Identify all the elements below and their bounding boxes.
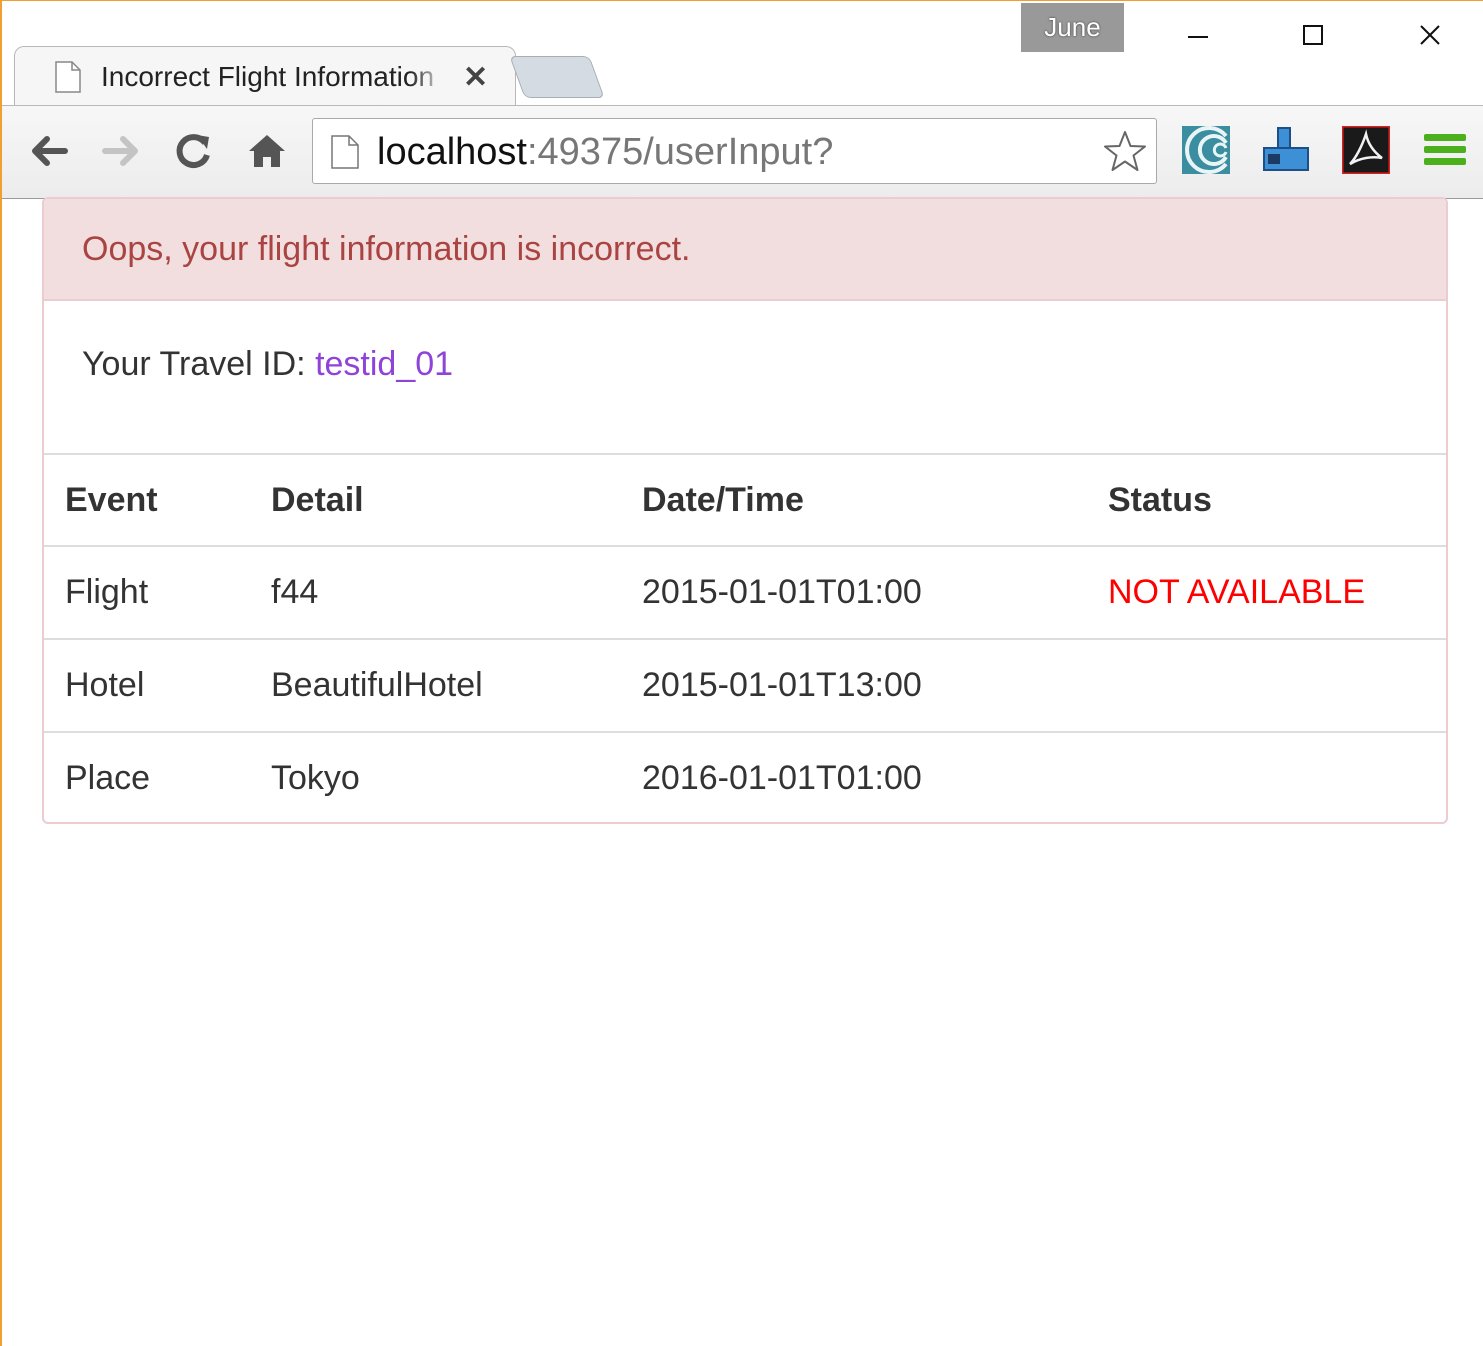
cell-detail: f44 [250,545,621,639]
events-table: Event Detail Date/Time Status Flight f44… [44,453,1446,822]
url-text: localhost:49375/userInput? [377,127,833,177]
page-icon [331,135,359,169]
table-row: Flight f44 2015-01-01T01:00 NOT AVAILABL… [44,545,1446,639]
cell-datetime: 2015-01-01T13:00 [621,638,1087,732]
address-bar[interactable]: localhost:49375/userInput? [312,118,1157,184]
table-row: Hotel BeautifulHotel 2015-01-01T13:00 [44,638,1446,732]
menu-icon[interactable] [1424,132,1466,168]
error-heading: Oops, your flight information is incorre… [44,199,1446,301]
cell-detail: BeautifulHotel [250,638,621,732]
cell-status [1087,638,1446,732]
travel-id-value: testid_01 [315,345,454,383]
travel-id-section: Your Travel ID: testid_01 [44,301,1446,453]
maximize-button[interactable] [1283,10,1343,60]
cell-datetime: 2016-01-01T01:00 [621,731,1087,822]
close-window-button[interactable] [1400,10,1460,60]
minimize-button[interactable] [1168,10,1228,60]
cell-event: Place [44,731,250,822]
column-header-detail: Detail [250,453,621,547]
table-header-row: Event Detail Date/Time Status [44,453,1446,547]
column-header-status: Status [1087,453,1446,547]
error-message: Oops, your flight information is incorre… [82,229,691,268]
reload-button[interactable] [168,126,218,176]
travel-id-label: Your Travel ID: [82,345,316,383]
reload-icon [176,134,210,169]
tab-title: Incorrect Flight Information [101,61,435,92]
forward-button[interactable] [96,126,146,176]
window-border [0,0,2,1346]
error-panel: Oops, your flight information is incorre… [42,197,1448,824]
cell-event: Hotel [44,638,250,732]
home-icon [249,135,285,167]
browser-tab[interactable]: Incorrect Flight Information ✕ [14,46,516,107]
back-arrow-icon [32,136,68,166]
browser-toolbar: localhost:49375/userInput? [2,105,1483,199]
bookmark-star-icon[interactable] [1102,129,1148,175]
extension-icon[interactable] [1182,126,1230,174]
back-button[interactable] [24,126,74,176]
minimize-icon [1188,36,1208,38]
home-button[interactable] [242,126,292,176]
cell-status: NOT AVAILABLE [1087,545,1446,639]
user-profile-badge[interactable]: June [1021,3,1124,52]
new-tab-button[interactable] [509,56,605,98]
url-host: localhost [377,131,527,173]
cell-datetime: 2015-01-01T01:00 [621,545,1087,639]
url-path: :49375/userInput? [526,131,834,173]
page-icon [55,61,81,93]
forward-arrow-icon [102,136,138,166]
column-header-event: Event [44,453,250,547]
cell-detail: Tokyo [250,731,621,822]
table-row: Place Tokyo 2016-01-01T01:00 [44,731,1446,822]
extension-icon[interactable] [1262,126,1310,174]
cell-event: Flight [44,545,250,639]
maximize-icon [1303,25,1323,45]
pdf-icon[interactable] [1342,126,1390,174]
close-icon [1420,25,1440,45]
column-header-datetime: Date/Time [621,453,1087,547]
tab-close-icon[interactable]: ✕ [463,60,488,95]
cell-status [1087,731,1446,822]
